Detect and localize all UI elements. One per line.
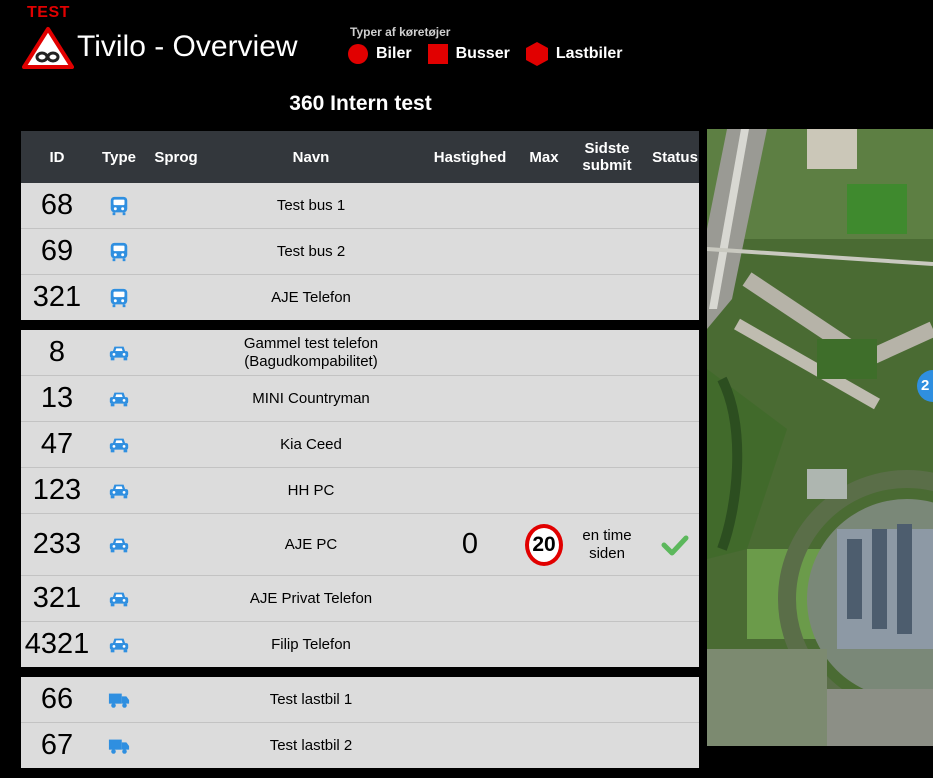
env-tag: TEST [27, 4, 70, 21]
car-icon [109, 438, 129, 452]
vehicle-id: 233 [32, 528, 82, 560]
car-icon [109, 484, 129, 498]
car-icon [109, 638, 129, 652]
vehicle-id: 321 [32, 582, 82, 614]
column-header-speed[interactable]: Hastighed [415, 131, 525, 183]
column-header-status[interactable]: Status [651, 131, 699, 183]
vehicle-type-cell [93, 195, 145, 217]
vehicle-id: 4321 [24, 628, 90, 660]
vehicle-type-legend: Biler Busser Lastbiler [348, 42, 639, 66]
car-icon [109, 538, 129, 552]
vehicle-type-cell [93, 342, 145, 364]
bus-icon [110, 288, 128, 307]
vehicle-name: Gammel test telefon (Bagudkompabilitet) [243, 334, 379, 370]
vehicle-type-cell [93, 689, 145, 711]
vehicle-id: 47 [40, 428, 74, 460]
vehicle-name: HH PC [287, 481, 335, 499]
vehicle-type-cell [93, 287, 145, 309]
max-speed-cell: 20 [525, 523, 563, 566]
vehicle-type-cell [93, 534, 145, 556]
vehicle-name: Kia Ceed [280, 435, 342, 453]
table-row[interactable]: 123 HH PC [21, 468, 699, 514]
vehicle-name: Filip Telefon [271, 635, 351, 653]
group-title: 360 Intern test [289, 92, 432, 115]
truck-icon [108, 693, 130, 708]
car-icon [109, 592, 129, 606]
legend-label: Busser [455, 45, 510, 62]
vehicle-type-cell [93, 388, 145, 410]
vehicle-name: Test lastbil 1 [269, 690, 353, 708]
hexagon-icon [525, 42, 548, 66]
car-icon [109, 346, 129, 360]
vehicle-type-cell [93, 241, 145, 263]
vehicle-id: 66 [40, 683, 74, 715]
satellite-map[interactable] [707, 129, 933, 746]
vehicle-name: AJE PC [284, 535, 338, 553]
vehicle-group-bus: 68 Test bus 1 69 Test bus 2 321 AJE Telefon [21, 183, 699, 320]
square-icon [427, 44, 448, 64]
vehicle-name: MINI Countryman [252, 389, 370, 407]
speed-limit-sign: 20 [525, 523, 563, 566]
car-icon [109, 392, 129, 406]
legend-title: Typer af køretøjer [350, 25, 451, 39]
table-row[interactable]: 69 Test bus 2 [21, 229, 699, 275]
vehicle-name: AJE Privat Telefon [249, 589, 373, 607]
table-header: ID Type Sprog Navn Hastighed Max Sidste … [21, 131, 699, 183]
legend-label: Biler [376, 45, 412, 62]
legend-item-cars: Biler [348, 44, 412, 64]
table-row[interactable]: 4321 Filip Telefon [21, 622, 699, 667]
vehicle-name: Test bus 1 [276, 196, 346, 214]
checkmark-icon [661, 535, 689, 555]
vehicle-type-cell [93, 480, 145, 502]
column-header-language[interactable]: Sprog [145, 131, 207, 183]
legend-item-buses: Busser [427, 44, 510, 64]
vehicle-name: AJE Telefon [271, 288, 351, 306]
bus-icon [110, 242, 128, 261]
vehicle-type-cell [93, 588, 145, 610]
vehicle-name: Test bus 2 [276, 242, 346, 260]
vehicle-id: 13 [40, 382, 74, 414]
table-row[interactable]: 66 Test lastbil 1 [21, 677, 699, 723]
table-row[interactable]: 321 AJE Telefon [21, 275, 699, 320]
legend-label: Lastbiler [555, 45, 623, 62]
column-header-id[interactable]: ID [21, 131, 93, 183]
table-row[interactable]: 233 AJE PC 0 20 en time siden [21, 514, 699, 576]
table-body: 68 Test bus 1 69 Test bus 2 321 AJE Telefon 8 G… [21, 183, 699, 768]
vehicle-group-truck: 66 Test lastbil 1 67 Test lastbil 2 [21, 677, 699, 768]
legend-item-trucks: Lastbiler [525, 42, 623, 66]
column-header-max[interactable]: Max [525, 131, 563, 183]
last-submit-cell: en time siden [582, 526, 632, 562]
bus-icon [110, 196, 128, 215]
vehicle-group-car: 8 Gammel test telefon (Bagudkompabilitet)… [21, 330, 699, 667]
column-header-type[interactable]: Type [93, 131, 145, 183]
table-row[interactable]: 68 Test bus 1 [21, 183, 699, 229]
speed-cell: 0 [461, 528, 479, 560]
vehicle-id: 69 [40, 235, 74, 267]
vehicle-id: 123 [32, 474, 82, 506]
column-header-name[interactable]: Navn [207, 131, 415, 183]
circle-icon [348, 44, 368, 64]
table-row[interactable]: 13 MINI Countryman [21, 376, 699, 422]
table-row[interactable]: 8 Gammel test telefon (Bagudkompabilitet) [21, 330, 699, 376]
vehicle-id: 8 [48, 336, 66, 368]
table-row[interactable]: 321 AJE Privat Telefon [21, 576, 699, 622]
vehicle-table: ID Type Sprog Navn Hastighed Max Sidste … [21, 131, 699, 778]
vehicle-type-cell [93, 434, 145, 456]
vehicle-id: 68 [40, 189, 74, 221]
app-title: Tivilo - Overview [77, 30, 298, 63]
status-cell [651, 534, 699, 556]
column-header-last-submit[interactable]: Sidste submit [563, 131, 651, 183]
vehicle-type-cell [93, 634, 145, 656]
tivilo-logo [22, 27, 74, 69]
map-view[interactable] [707, 129, 933, 746]
table-row[interactable]: 47 Kia Ceed [21, 422, 699, 468]
vehicle-id: 321 [32, 281, 82, 313]
